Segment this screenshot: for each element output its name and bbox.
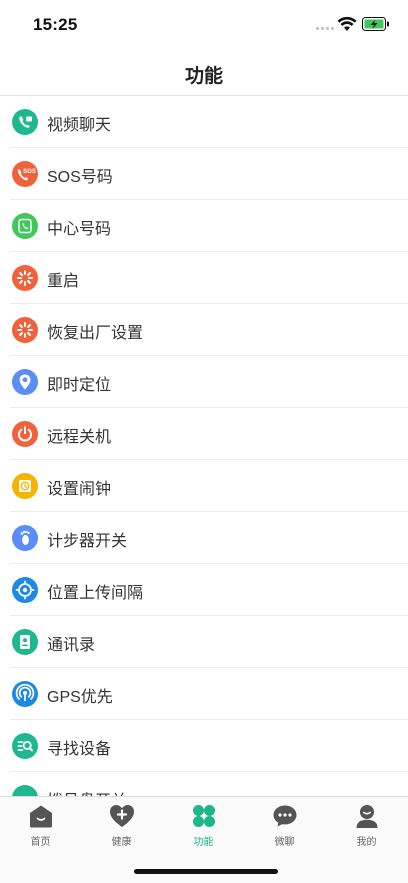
status-bar: 15:25 [0,0,408,48]
video-call-icon [12,109,38,135]
tab-functions[interactable]: 功能 [163,803,244,849]
feature-item-contacts[interactable]: 通讯录 [0,616,408,668]
feature-label: 重启 [47,273,80,290]
power-off-icon [12,421,38,447]
feature-label: 中心号码 [47,221,112,238]
feature-item-center-number[interactable]: 中心号码 [0,200,408,252]
feature-item-gps-priority[interactable]: GPS优先 [0,668,408,720]
home-indicator [134,869,278,874]
feature-label: 通讯录 [47,637,96,654]
crosshair-icon [12,577,38,603]
feature-label: 设置闹钟 [47,481,112,498]
health-heart-icon [109,805,134,827]
factory-reset-icon [12,317,38,343]
feature-label: 即时定位 [47,377,112,394]
feature-label: 位置上传间隔 [47,585,144,602]
clover-icon [192,805,215,827]
status-time: 15:25 [33,15,78,34]
center-phone-icon [12,213,38,239]
tab-health[interactable]: 健康 [81,803,162,849]
battery-charging-icon [362,17,389,31]
tab-label: 首页 [30,837,51,848]
tab-chat[interactable]: 微聊 [244,803,325,849]
feature-label: 拨号盘开关 [47,787,127,796]
feature-item-pedometer-switch[interactable]: 计步器开关 [0,512,408,564]
feature-item-find-device[interactable]: 寻找设备 [0,720,408,772]
feature-item-upload-interval[interactable]: 位置上传间隔 [0,564,408,616]
feature-label: 远程关机 [47,429,112,446]
feature-item-set-alarm[interactable]: 设置闹钟 [0,460,408,512]
tab-label: 健康 [111,837,132,848]
tab-label: 功能 [193,837,214,848]
find-device-icon [12,733,38,759]
feature-item-remote-shutdown[interactable]: 远程关机 [0,408,408,460]
feature-label: 计步器开关 [47,533,128,550]
feature-label: GPS优先 [47,689,113,706]
navigation-bar: 功能 [0,48,408,96]
tab-label: 微聊 [274,837,295,848]
footprint-icon [12,525,38,551]
feature-item-restart[interactable]: 重启 [0,252,408,304]
feature-label: 恢复出厂设置 [47,325,144,342]
restart-icon [12,265,38,291]
contacts-icon [12,629,38,655]
location-pin-icon [12,369,38,395]
home-icon [29,805,52,828]
profile-icon [356,805,377,828]
alarm-clock-icon [12,473,38,499]
tab-home[interactable]: 首页 [0,803,81,849]
feature-list[interactable]: 视频聊天 SOS SOS号码 中心号码 重启 恢复出厂设置 即时定位 远程关机 … [0,96,408,796]
feature-label: 寻找设备 [47,741,112,758]
feature-item-video-chat[interactable]: 视频聊天 [0,96,408,148]
feature-item-sos[interactable]: SOS SOS号码 [0,148,408,200]
chat-bubble-icon [273,805,296,827]
wifi-icon [337,16,357,31]
page-title: 功能 [184,66,223,87]
tab-label: 我的 [356,837,377,848]
feature-label: 视频聊天 [47,117,112,134]
feature-item-instant-location[interactable]: 即时定位 [0,356,408,408]
feature-label: SOS号码 [47,169,113,186]
gps-signal-icon [12,681,38,707]
cellular-signal-icon [316,27,334,30]
dialpad-icon [12,785,38,796]
feature-item-dialpad-switch[interactable]: 拨号盘开关 [0,772,408,796]
sos-icon: SOS [12,161,38,187]
tab-profile[interactable]: 我的 [326,803,407,849]
feature-item-factory-reset[interactable]: 恢复出厂设置 [0,304,408,356]
svg-text:SOS: SOS [23,169,36,175]
